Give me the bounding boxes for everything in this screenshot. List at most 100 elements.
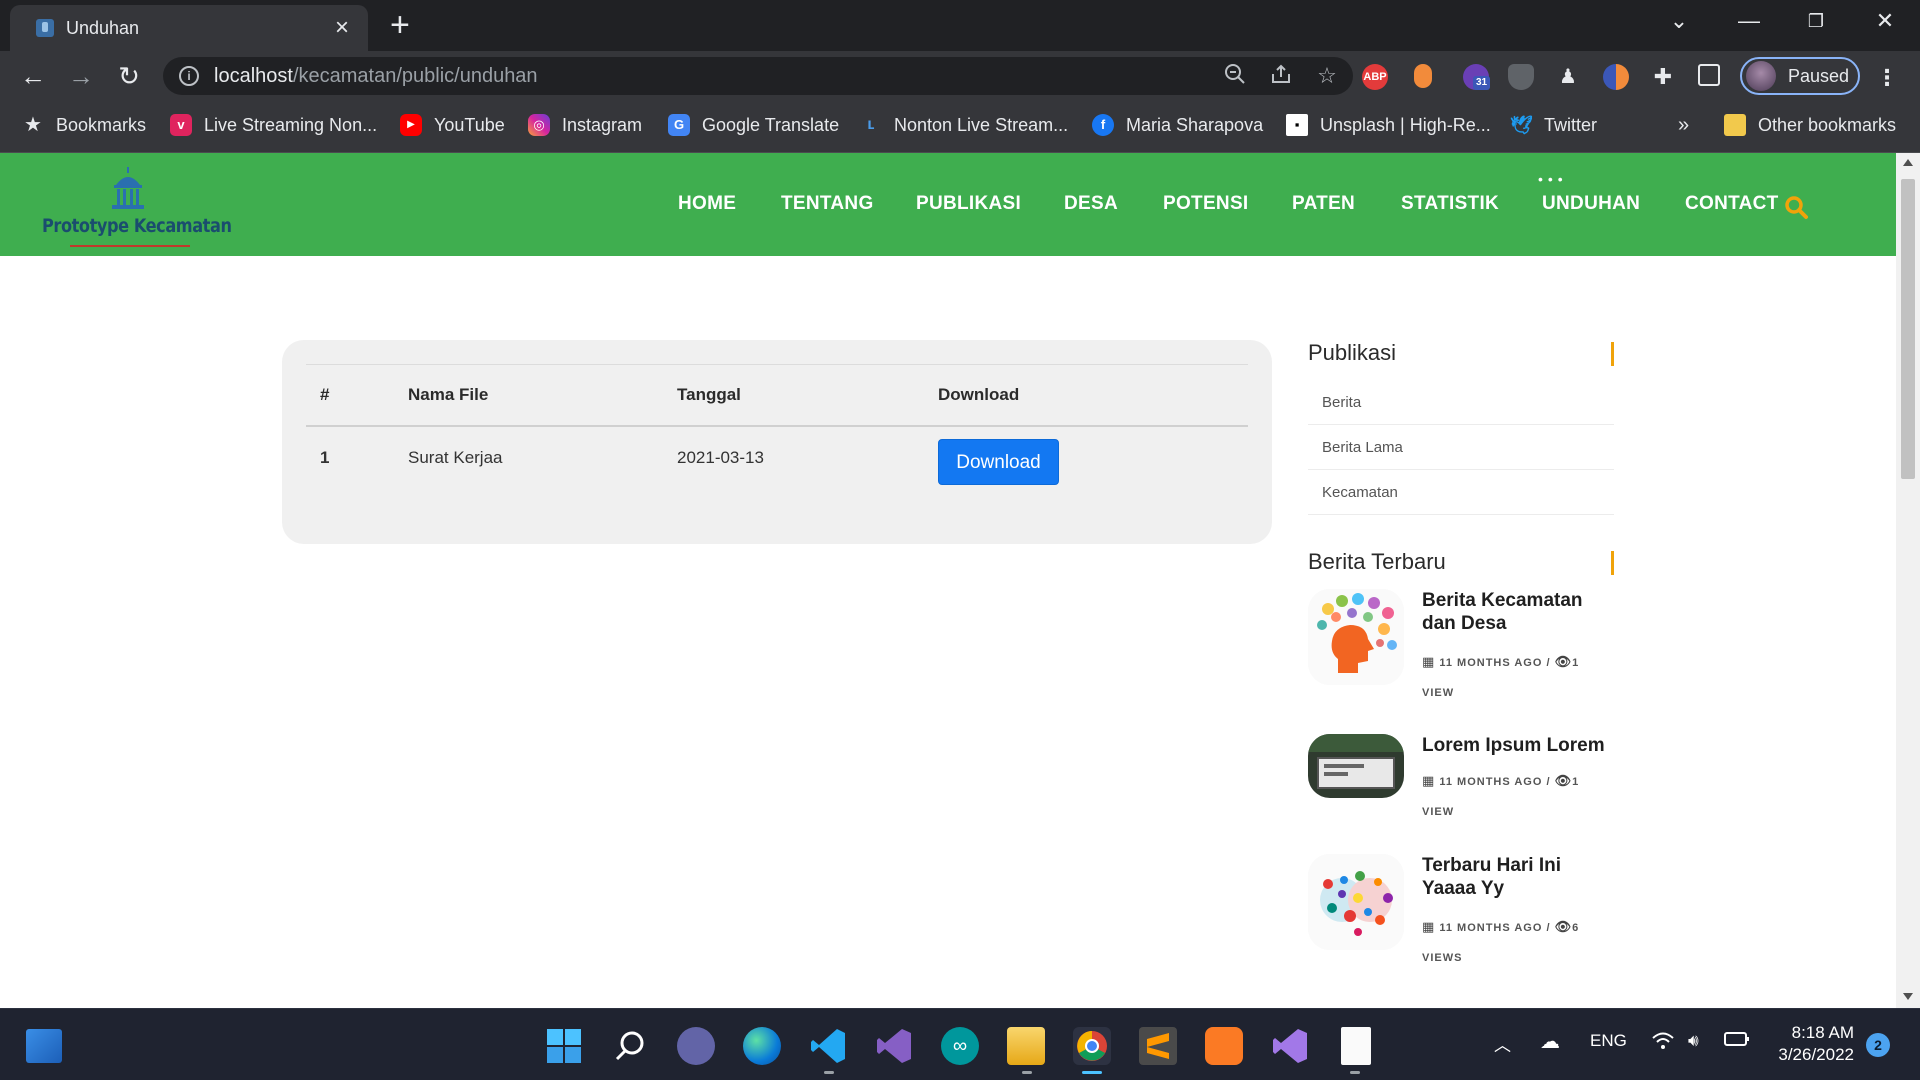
- sublime-text-icon[interactable]: [1139, 1027, 1177, 1065]
- post-title[interactable]: Berita Kecamatan dan Desa: [1422, 589, 1614, 635]
- nav-desa[interactable]: DESA: [1064, 193, 1118, 215]
- post-thumbnail-sign-icon[interactable]: [1308, 734, 1404, 798]
- bookmark-item[interactable]: G Google Translate: [668, 114, 839, 136]
- bookmark-item[interactable]: v Live Streaming Non...: [170, 114, 377, 136]
- volume-icon[interactable]: 🔊︎: [1688, 1031, 1699, 1051]
- side-panel-icon[interactable]: [1698, 64, 1720, 86]
- forward-button[interactable]: →: [66, 61, 96, 91]
- post-meta: ▦ 11 MONTHS AGO / 👁1 VIEW: [1422, 654, 1580, 699]
- scroll-up-arrow-icon[interactable]: [1903, 159, 1913, 166]
- profile-button[interactable]: Paused: [1740, 57, 1860, 95]
- nav-paten[interactable]: PATEN: [1292, 193, 1355, 215]
- extension-purple-icon[interactable]: 31: [1463, 64, 1491, 90]
- bookmark-star-icon[interactable]: ☆: [1313, 62, 1341, 90]
- recent-post[interactable]: Terbaru Hari Ini Yaaaa Yy ▦ 11 MONTHS AG…: [1308, 854, 1614, 974]
- live-stream-icon: ʟ: [867, 116, 875, 133]
- share-icon[interactable]: [1267, 62, 1295, 90]
- site-info-icon[interactable]: i: [179, 66, 199, 86]
- nav-unduhan[interactable]: UNDUHAN: [1542, 193, 1640, 215]
- post-title[interactable]: Terbaru Hari Ini Yaaaa Yy: [1422, 854, 1614, 900]
- column-header-number: #: [320, 385, 330, 404]
- xampp-icon[interactable]: [1205, 1027, 1243, 1065]
- nav-home[interactable]: HOME: [678, 193, 736, 215]
- notepad-icon[interactable]: [1341, 1027, 1371, 1065]
- browser-menu-icon[interactable]: ⋮: [1876, 65, 1898, 91]
- vscode-icon[interactable]: [809, 1027, 847, 1065]
- bookmark-item[interactable]: 🕊 Twitter: [1510, 114, 1597, 136]
- post-views-label: VIEW: [1422, 806, 1455, 818]
- extensions-puzzle-icon[interactable]: ✚: [1650, 64, 1676, 90]
- battery-icon[interactable]: [1724, 1031, 1750, 1052]
- download-button[interactable]: Download: [938, 439, 1059, 485]
- sidebar-link-berita-lama[interactable]: Berita Lama: [1308, 425, 1614, 470]
- windows-start-icon[interactable]: [545, 1027, 583, 1065]
- nav-tentang[interactable]: TENTANG: [781, 193, 874, 215]
- nav-publikasi[interactable]: PUBLIKASI: [916, 193, 1021, 215]
- recent-post[interactable]: Berita Kecamatan dan Desa ▦ 11 MONTHS AG…: [1308, 589, 1614, 734]
- bookmark-label: Live Streaming Non...: [204, 114, 378, 135]
- extension-badge: 31: [1473, 76, 1491, 90]
- minimize-button[interactable]: —: [1726, 8, 1772, 34]
- recent-post[interactable]: Lorem Ipsum Lorem ▦ 11 MONTHS AGO / 👁1 V…: [1308, 734, 1614, 854]
- close-window-button[interactable]: ✕: [1862, 8, 1908, 34]
- other-bookmarks-folder[interactable]: Other bookmarks: [1724, 114, 1896, 136]
- sidebar-link-berita[interactable]: Berita: [1308, 380, 1614, 425]
- instagram-icon: ◎: [528, 114, 550, 136]
- reload-button[interactable]: ↻: [114, 61, 144, 91]
- bookmark-item[interactable]: ◎ Instagram: [528, 114, 642, 136]
- post-thumbnail-brain-icon[interactable]: [1308, 854, 1404, 950]
- nav-contact[interactable]: CONTACT: [1685, 193, 1779, 215]
- shield-extension-icon[interactable]: [1508, 64, 1534, 90]
- active-indicator: [1082, 1071, 1102, 1074]
- onedrive-cloud-icon[interactable]: ☁: [1540, 1029, 1560, 1054]
- active-nav-indicator: •••: [1538, 171, 1568, 187]
- search-icon[interactable]: [611, 1027, 649, 1065]
- file-explorer-icon[interactable]: [1007, 1027, 1045, 1065]
- bookmark-item[interactable]: ▶ YouTube: [400, 114, 505, 136]
- close-tab-icon[interactable]: ×: [330, 14, 354, 42]
- post-thumbnail-head-icon[interactable]: [1308, 589, 1404, 685]
- teams-chat-icon[interactable]: [677, 1027, 715, 1065]
- address-bar[interactable]: i localhost /kecamatan/public/unduhan ☆: [163, 57, 1353, 95]
- more-bookmarks-button[interactable]: »: [1678, 114, 1689, 137]
- widgets-icon[interactable]: [26, 1029, 62, 1063]
- nav-statistik[interactable]: STATISTIK: [1401, 193, 1499, 215]
- restore-button[interactable]: ❐: [1793, 11, 1839, 32]
- avatar: [1746, 61, 1776, 91]
- system-clock[interactable]: 8:18 AM 3/26/2022: [1768, 1022, 1854, 1066]
- visual-studio-icon[interactable]: [875, 1027, 913, 1065]
- bookmark-item[interactable]: ʟ Nonton Live Stream...: [860, 114, 1068, 136]
- bookmark-item[interactable]: ★ Bookmarks: [22, 114, 146, 136]
- notification-badge[interactable]: 2: [1866, 1033, 1890, 1057]
- new-tab-button[interactable]: +: [390, 8, 410, 42]
- nav-potensi[interactable]: POTENSI: [1163, 193, 1249, 215]
- back-button[interactable]: ←: [18, 61, 48, 91]
- sidebar-link-kecamatan[interactable]: Kecamatan: [1308, 470, 1614, 515]
- folder-icon: [1724, 114, 1746, 136]
- browser-tab[interactable]: Unduhan ×: [10, 5, 368, 51]
- language-indicator[interactable]: ENG: [1590, 1031, 1627, 1051]
- bookmark-item[interactable]: ▪ Unsplash | High-Re...: [1286, 114, 1491, 136]
- penguin-extension-icon[interactable]: ♟: [1555, 64, 1581, 90]
- sidebar: Publikasi Berita Berita Lama Kecamatan B…: [1308, 340, 1614, 974]
- tab-search-chevron-icon[interactable]: ⌄: [1656, 8, 1702, 34]
- scrollbar-thumb[interactable]: [1901, 179, 1915, 479]
- edge-browser-icon[interactable]: [743, 1027, 781, 1065]
- clock-time: 8:18 AM: [1791, 1023, 1854, 1042]
- page-scrollbar[interactable]: [1896, 153, 1920, 1008]
- extension-circle-icon[interactable]: [1603, 64, 1629, 90]
- visual-studio-icon[interactable]: [1271, 1027, 1309, 1065]
- extension-orange-icon[interactable]: [1414, 64, 1432, 88]
- show-hidden-icons-chevron-icon[interactable]: ︿: [1494, 1031, 1511, 1056]
- wifi-icon[interactable]: [1652, 1031, 1674, 1056]
- post-title[interactable]: Lorem Ipsum Lorem: [1422, 734, 1614, 757]
- zoom-icon[interactable]: [1221, 62, 1249, 90]
- site-logo[interactable]: Prototype Kecamatan: [42, 167, 232, 247]
- search-icon[interactable]: [1782, 193, 1810, 221]
- adblock-extension-icon[interactable]: ABP: [1362, 64, 1388, 90]
- arduino-icon[interactable]: ∞: [941, 1027, 979, 1065]
- post-date: 11 MONTHS AGO: [1439, 657, 1543, 669]
- chrome-icon[interactable]: [1073, 1027, 1111, 1065]
- scroll-down-arrow-icon[interactable]: [1903, 993, 1913, 1000]
- bookmark-item[interactable]: f Maria Sharapova: [1092, 114, 1263, 136]
